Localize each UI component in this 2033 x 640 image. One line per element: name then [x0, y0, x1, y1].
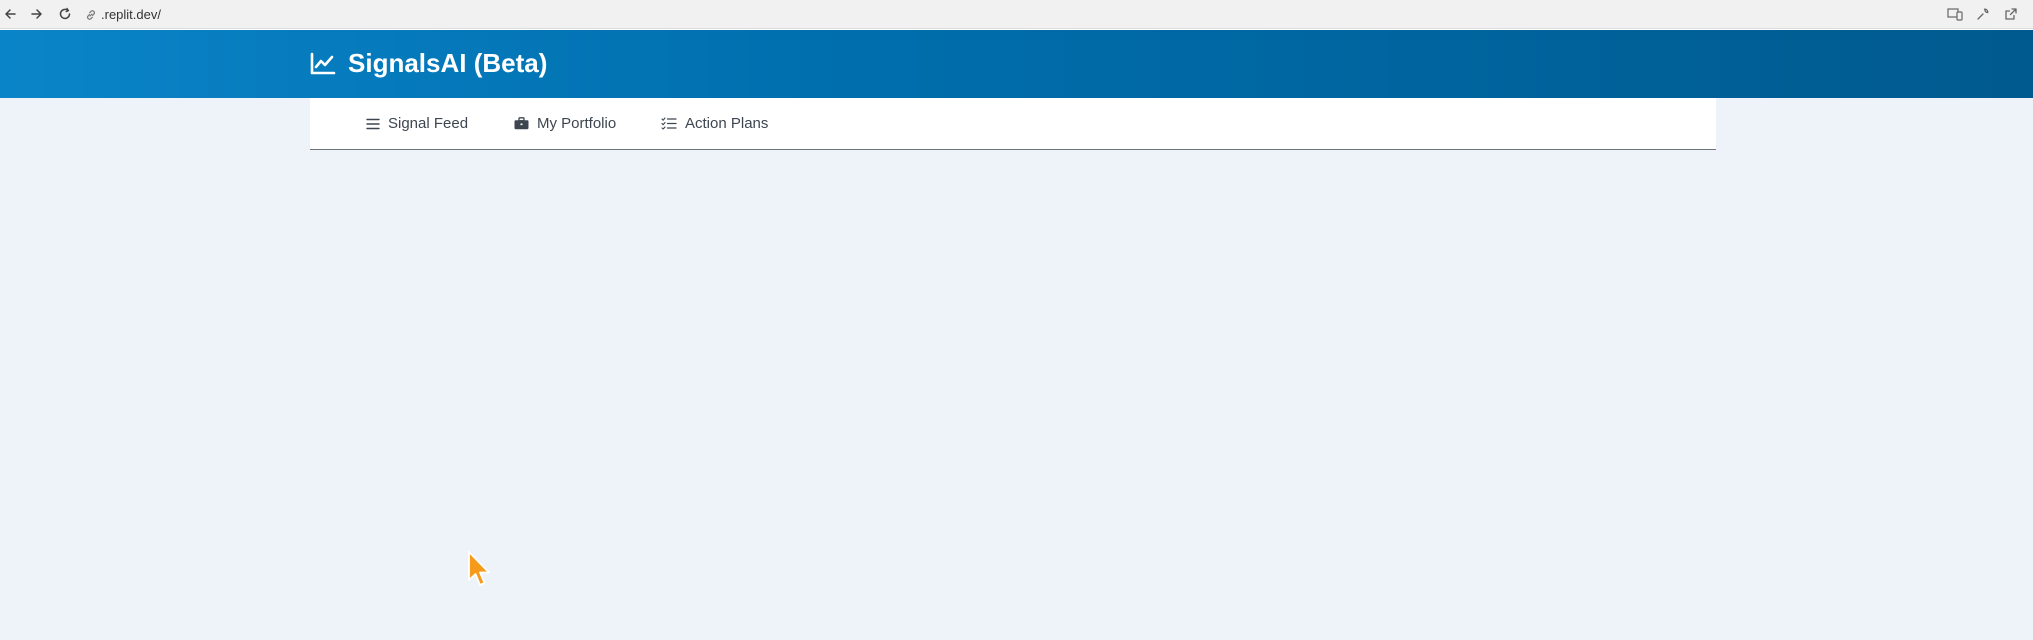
url-text: .replit.dev/ — [101, 7, 161, 22]
forward-button[interactable] — [27, 4, 47, 24]
mouse-cursor-icon — [468, 551, 490, 586]
arrow-left-icon — [5, 9, 16, 19]
arrow-right-icon — [31, 9, 42, 19]
address-bar[interactable]: .replit.dev/ — [85, 5, 161, 24]
device-preview-button[interactable] — [1945, 4, 1965, 24]
list-icon — [366, 118, 380, 129]
briefcase-icon — [514, 117, 529, 130]
app-header: SignalsAI (Beta) — [0, 30, 2033, 98]
devices-icon — [1947, 8, 1963, 21]
back-button[interactable] — [0, 4, 20, 24]
nav-label: My Portfolio — [537, 115, 617, 132]
external-link-icon — [2005, 8, 2017, 20]
link-icon — [87, 9, 95, 20]
reload-icon — [59, 7, 71, 20]
nav-my-portfolio[interactable]: My Portfolio — [514, 98, 616, 149]
checklist-icon — [661, 117, 677, 130]
app-page: SignalsAI (Beta) Signal Feed My Portfoli… — [0, 30, 2033, 640]
nav-action-plans[interactable]: Action Plans — [661, 98, 768, 149]
nav-label: Action Plans — [685, 115, 769, 132]
devtools-button[interactable] — [1973, 4, 1993, 24]
app-title: SignalsAI (Beta) — [348, 48, 548, 78]
line-chart-icon — [310, 52, 336, 74]
browser-toolbar: .replit.dev/ — [0, 0, 2033, 29]
nav-signal-feed[interactable]: Signal Feed — [366, 98, 468, 149]
wrench-icon — [1977, 8, 1989, 20]
main-nav: Signal Feed My Portfolio Action Plans — [310, 98, 1716, 150]
nav-label: Signal Feed — [388, 115, 469, 132]
reload-button[interactable] — [55, 4, 75, 24]
open-new-tab-button[interactable] — [2001, 4, 2021, 24]
brand[interactable]: SignalsAI (Beta) — [310, 48, 547, 79]
